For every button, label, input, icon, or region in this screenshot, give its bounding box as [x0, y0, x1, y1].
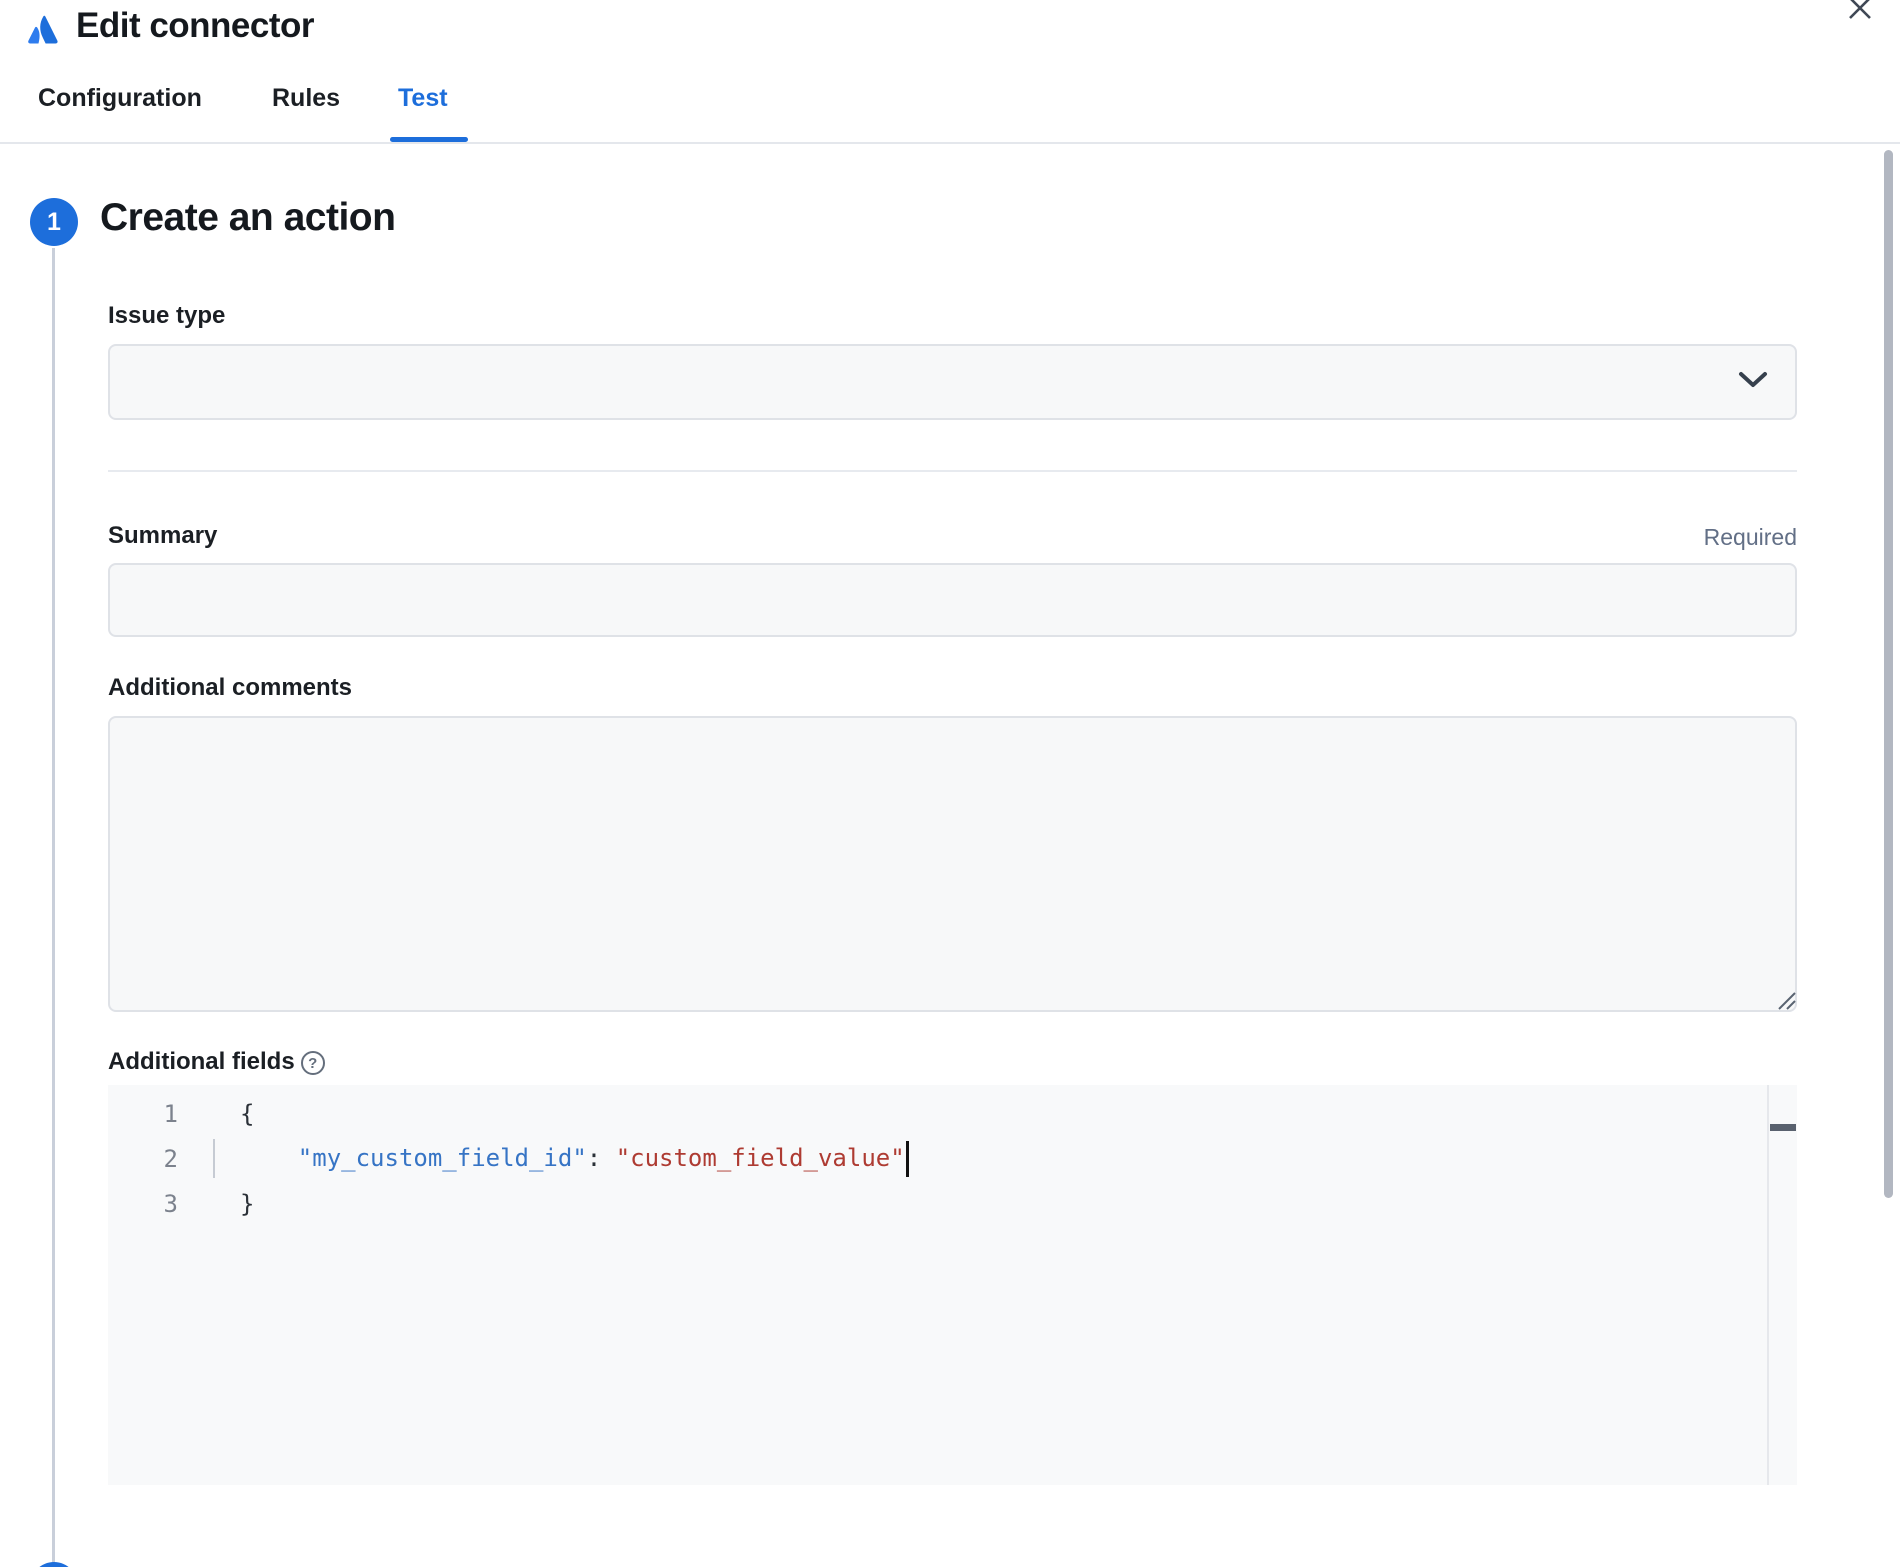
tab-rules[interactable]: Rules [272, 84, 340, 113]
required-hint: Required [108, 524, 1797, 551]
close-icon[interactable] [1840, 0, 1880, 28]
additional-fields-code-editor[interactable]: 1 { 2 "my_custom_field_id": "custom_fiel… [108, 1085, 1797, 1485]
window-title: Edit connector [76, 6, 314, 46]
atlassian-logo-icon [24, 10, 64, 50]
help-icon[interactable]: ? [301, 1051, 325, 1075]
line-number: 3 [108, 1190, 178, 1218]
page-scrollbar-thumb[interactable] [1884, 150, 1893, 1198]
active-tab-underline [390, 137, 468, 142]
indent-guide [213, 1139, 215, 1178]
code-indent [240, 1144, 298, 1172]
line-number: 1 [108, 1100, 178, 1128]
additional-fields-label-row: Additional fields ? [108, 1048, 325, 1076]
additional-fields-label: Additional fields [108, 1048, 295, 1076]
json-value: "custom_field_value" [616, 1144, 905, 1172]
next-step-badge [30, 1562, 78, 1567]
text-cursor [906, 1141, 909, 1177]
step-heading: Create an action [100, 196, 395, 240]
resize-handle-icon[interactable] [1776, 990, 1798, 1012]
line-number: 2 [108, 1145, 178, 1173]
tab-configuration[interactable]: Configuration [38, 84, 202, 113]
tabbar-divider [0, 142, 1900, 144]
tab-test[interactable]: Test [398, 84, 448, 113]
json-key: "my_custom_field_id" [298, 1144, 587, 1172]
issue-type-label: Issue type [108, 302, 225, 330]
edit-connector-modal: Edit connector Configuration Rules Test … [0, 0, 1900, 1567]
code-line-3: 3 } [108, 1181, 1797, 1226]
step-number-badge: 1 [30, 198, 78, 246]
editor-scrollbar-track [1767, 1085, 1769, 1485]
code-line-1: 1 { [108, 1091, 1797, 1136]
section-divider [108, 470, 1797, 472]
summary-input[interactable] [108, 563, 1797, 637]
additional-comments-textarea[interactable] [108, 716, 1797, 1012]
issue-type-select[interactable] [108, 344, 1797, 420]
json-separator: : [587, 1144, 616, 1172]
step-connector-line [52, 248, 55, 1564]
editor-scrollbar-thumb[interactable] [1770, 1124, 1796, 1131]
chevron-down-icon [1737, 370, 1769, 390]
code-line-2: 2 "my_custom_field_id": "custom_field_va… [108, 1136, 1797, 1181]
additional-comments-label: Additional comments [108, 674, 352, 702]
